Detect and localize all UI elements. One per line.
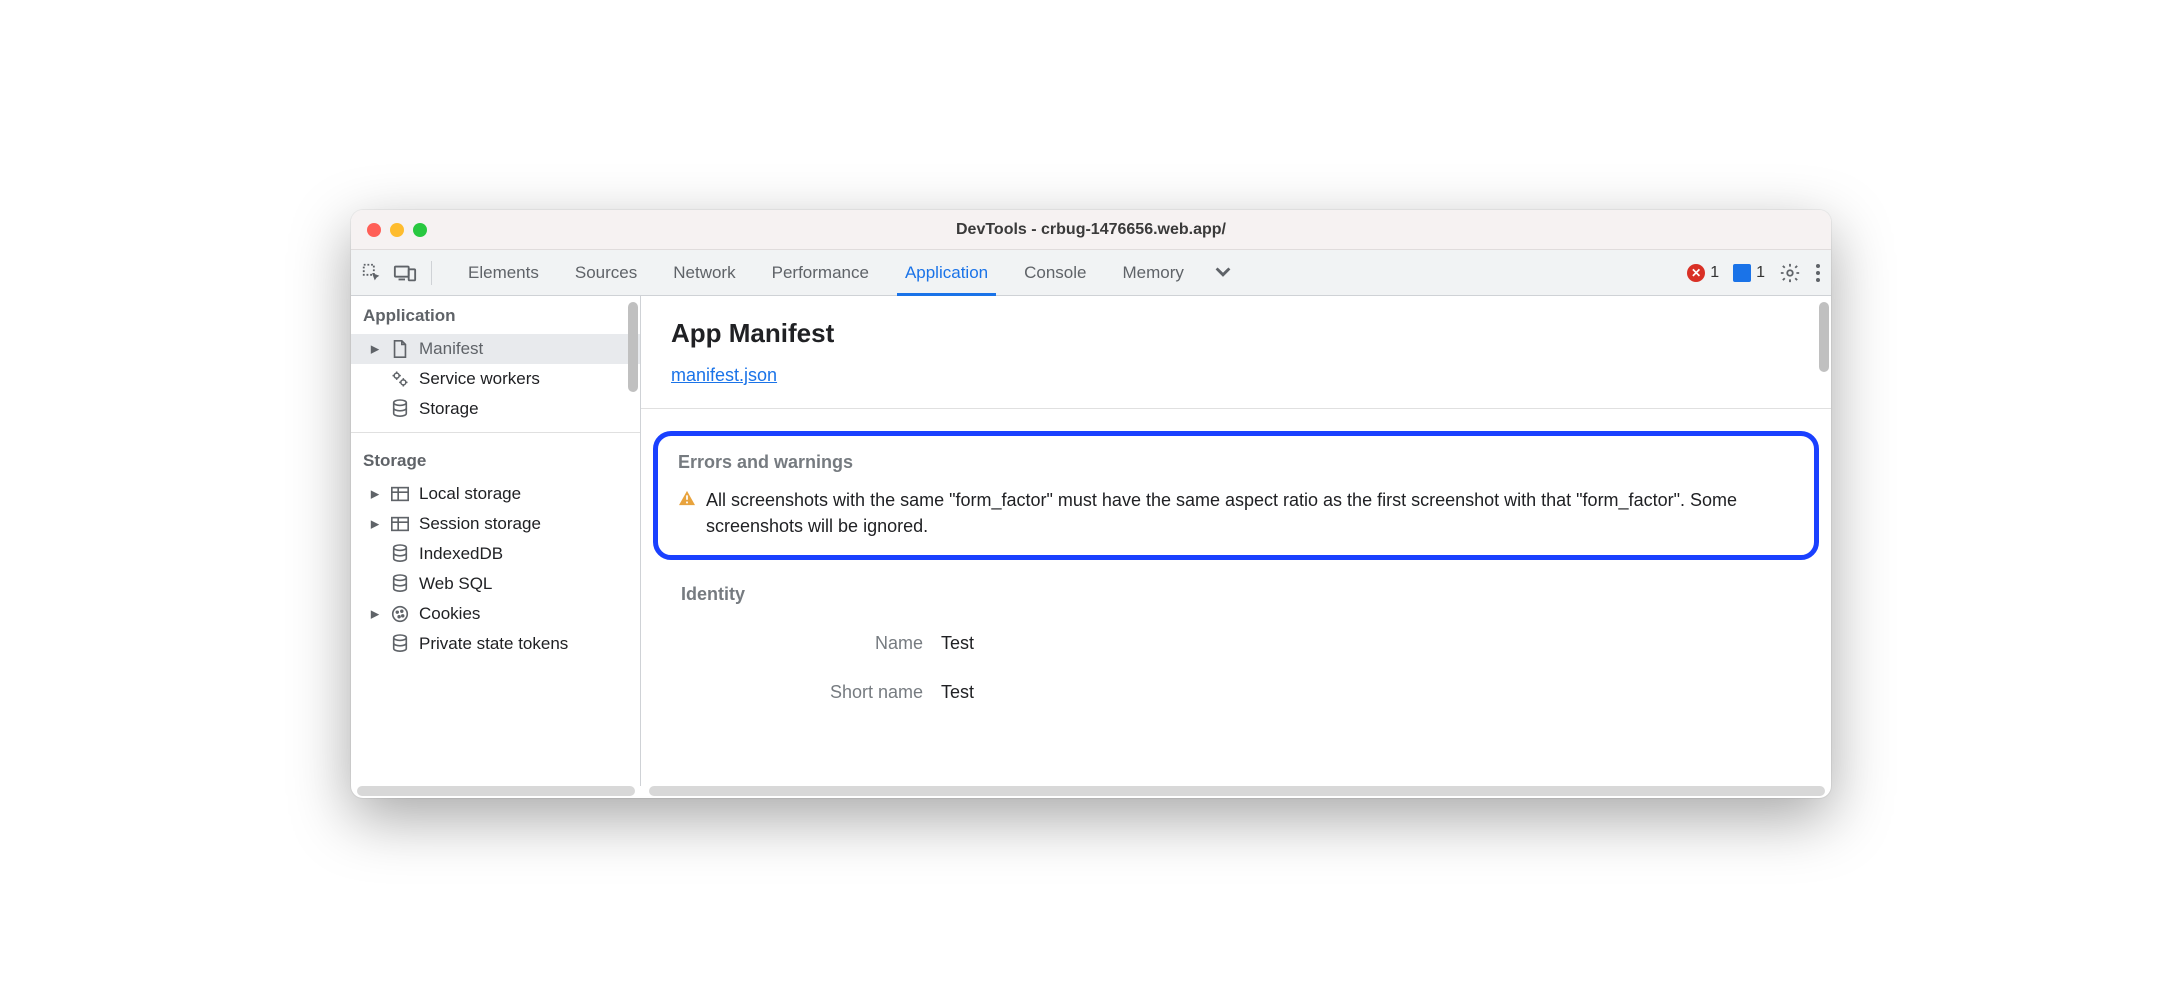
window-titlebar: DevTools - crbug-1476656.web.app/ xyxy=(351,210,1831,250)
table-icon xyxy=(390,484,410,504)
sidebar-h-scrollbar[interactable] xyxy=(357,786,635,796)
sidebar-item-indexeddb[interactable]: ▸ IndexedDB xyxy=(351,539,640,569)
error-count-badge[interactable]: ✕ 1 xyxy=(1687,264,1719,282)
minimize-window-button[interactable] xyxy=(390,223,404,237)
sidebar-item-manifest[interactable]: ▸ Manifest xyxy=(351,334,640,364)
database-icon xyxy=(390,399,410,419)
manifest-link[interactable]: manifest.json xyxy=(671,365,777,385)
sidebar-scrollbar[interactable] xyxy=(628,302,638,392)
application-sidebar: Application ▸ Manifest ▸ S xyxy=(351,296,641,786)
database-icon xyxy=(390,544,410,564)
panel-tabs: Elements Sources Network Performance App… xyxy=(450,250,1244,295)
field-label-name: Name xyxy=(681,633,941,654)
warning-icon xyxy=(678,487,696,539)
cookie-icon xyxy=(390,604,410,624)
section-heading-errors: Errors and warnings xyxy=(678,452,1794,473)
tab-console[interactable]: Console xyxy=(1006,250,1104,295)
main-h-scrollbar[interactable] xyxy=(649,786,1825,796)
inspect-element-icon[interactable] xyxy=(361,262,383,284)
sidebar-item-label: Storage xyxy=(419,399,479,419)
page-title: App Manifest xyxy=(671,318,1801,349)
identity-section: Identity Name Test Short name Test xyxy=(671,580,1801,721)
table-icon xyxy=(390,514,410,534)
message-count-badge[interactable]: 1 xyxy=(1733,264,1765,282)
tab-network[interactable]: Network xyxy=(655,250,753,295)
warning-message: All screenshots with the same "form_fact… xyxy=(706,487,1794,539)
tab-application[interactable]: Application xyxy=(887,250,1006,295)
sidebar-item-web-sql[interactable]: ▸ Web SQL xyxy=(351,569,640,599)
sidebar-item-label: Session storage xyxy=(419,514,541,534)
sidebar-item-label: IndexedDB xyxy=(419,544,503,564)
errors-warnings-section: Errors and warnings All screenshots with… xyxy=(653,431,1819,560)
sidebar-item-local-storage[interactable]: ▸ Local storage xyxy=(351,479,640,509)
chevron-right-icon: ▸ xyxy=(369,514,381,534)
maximize-window-button[interactable] xyxy=(413,223,427,237)
main-scrollbar[interactable] xyxy=(1819,302,1829,372)
chevron-right-icon: ▸ xyxy=(369,339,381,359)
sidebar-item-cookies[interactable]: ▸ Cookies xyxy=(351,599,640,629)
settings-icon[interactable] xyxy=(1779,262,1801,284)
message-count: 1 xyxy=(1756,264,1765,282)
file-icon xyxy=(390,339,410,359)
field-label-short-name: Short name xyxy=(681,682,941,703)
error-count: 1 xyxy=(1710,264,1719,282)
sidebar-item-label: Private state tokens xyxy=(419,634,568,654)
gears-icon xyxy=(390,369,410,389)
sidebar-heading-storage: Storage xyxy=(351,441,640,479)
chevron-right-icon: ▸ xyxy=(369,484,381,504)
sidebar-heading-application: Application xyxy=(351,296,640,334)
message-icon xyxy=(1733,264,1751,282)
section-heading-identity: Identity xyxy=(681,584,1791,605)
sidebar-item-storage[interactable]: ▸ Storage xyxy=(351,394,640,424)
chevron-right-icon: ▸ xyxy=(369,604,381,624)
sidebar-item-service-workers[interactable]: ▸ Service workers xyxy=(351,364,640,394)
manifest-panel: App Manifest manifest.json Errors and wa… xyxy=(641,296,1831,786)
devtools-window: DevTools - crbug-1476656.web.app/ Elemen… xyxy=(351,210,1831,798)
database-icon xyxy=(390,574,410,594)
database-icon xyxy=(390,634,410,654)
error-icon: ✕ xyxy=(1687,264,1705,282)
close-window-button[interactable] xyxy=(367,223,381,237)
devtools-toolbar: Elements Sources Network Performance App… xyxy=(351,250,1831,296)
kebab-menu-icon[interactable] xyxy=(1815,263,1821,283)
sidebar-item-private-state-tokens[interactable]: ▸ Private state tokens xyxy=(351,629,640,659)
window-title: DevTools - crbug-1476656.web.app/ xyxy=(351,221,1831,239)
more-tabs-button[interactable] xyxy=(1202,250,1244,295)
sidebar-item-label: Local storage xyxy=(419,484,521,504)
sidebar-item-label: Manifest xyxy=(419,339,483,359)
sidebar-item-label: Service workers xyxy=(419,369,540,389)
sidebar-item-label: Cookies xyxy=(419,604,480,624)
sidebar-item-label: Web SQL xyxy=(419,574,492,594)
field-value-name: Test xyxy=(941,633,974,654)
field-value-short-name: Test xyxy=(941,682,974,703)
tab-performance[interactable]: Performance xyxy=(754,250,887,295)
tab-sources[interactable]: Sources xyxy=(557,250,655,295)
tab-elements[interactable]: Elements xyxy=(450,250,557,295)
sidebar-item-session-storage[interactable]: ▸ Session storage xyxy=(351,509,640,539)
device-toolbar-icon[interactable] xyxy=(393,262,417,284)
horizontal-scrollbars xyxy=(351,786,1831,798)
tab-memory[interactable]: Memory xyxy=(1104,250,1201,295)
